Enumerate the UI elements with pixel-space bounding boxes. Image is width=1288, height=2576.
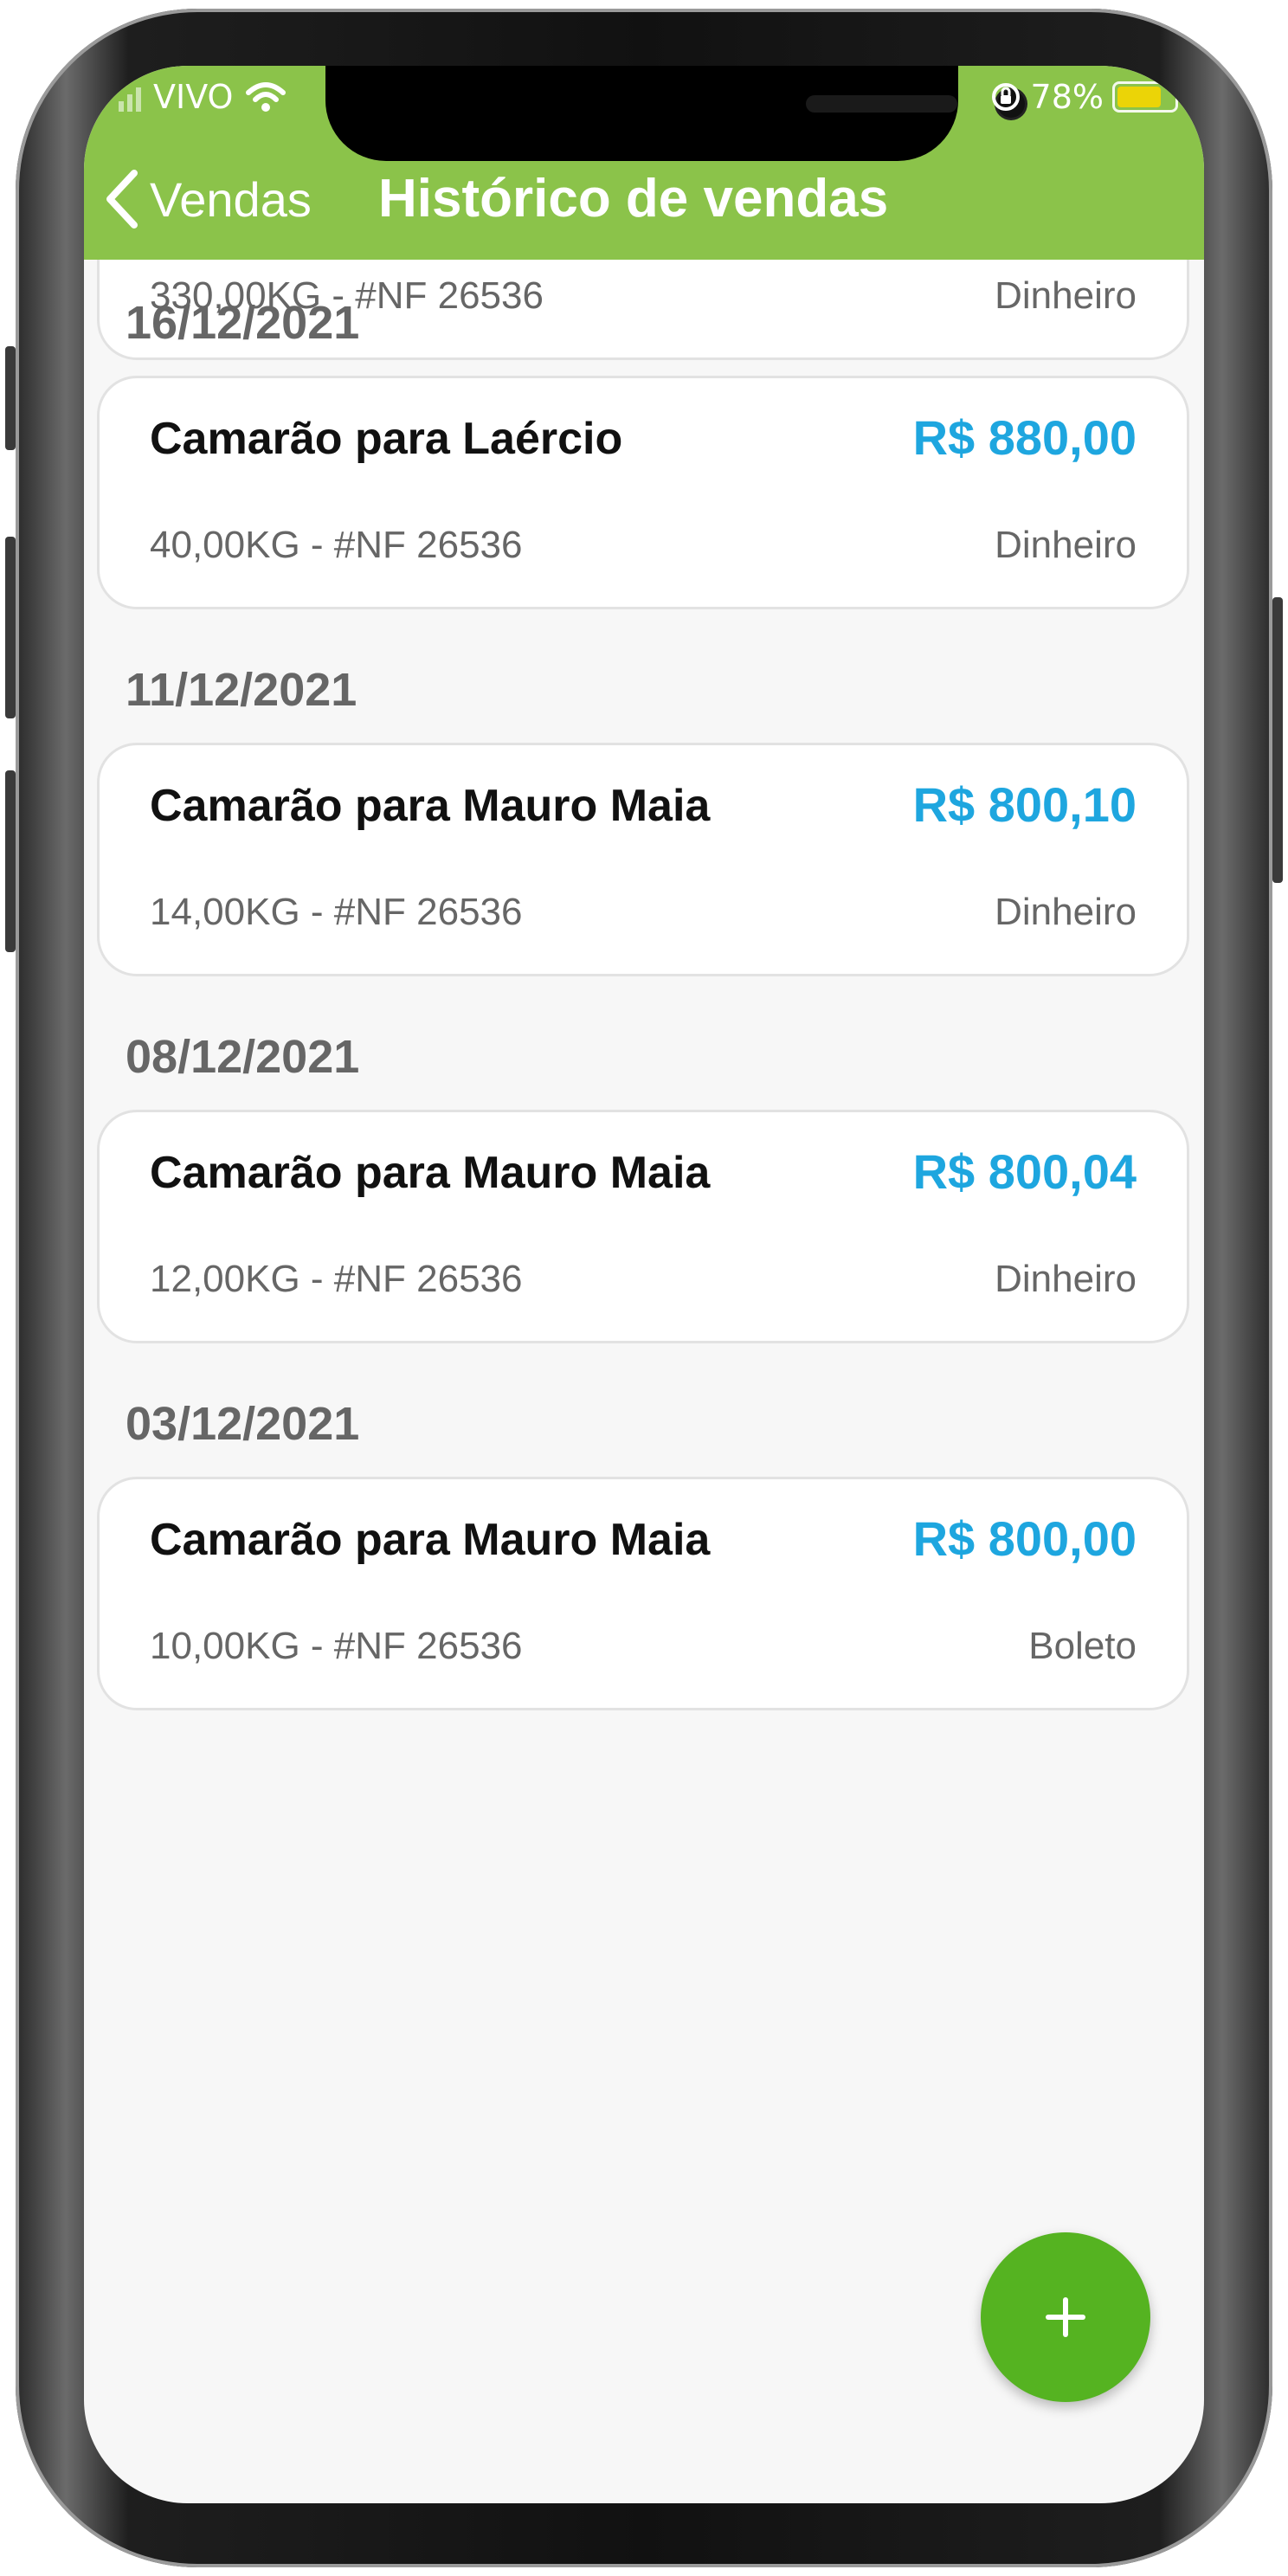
sale-meta: 12,00KG - #NF 26536 [150, 1258, 523, 1300]
back-button[interactable]: Vendas [101, 166, 312, 232]
phone-screen: VIVO 78% Vendas Histórico de vendas 330,… [84, 66, 1204, 2503]
sale-title: Camarão para Mauro Maia [150, 781, 711, 831]
sale-price: R$ 880,00 [912, 410, 1137, 465]
date-header: 16/12/2021 [126, 297, 360, 349]
sale-payment: Dinheiro [995, 1258, 1137, 1300]
sale-title: Camarão para Mauro Maia [150, 1148, 711, 1198]
battery-icon [1112, 81, 1178, 113]
app-header: VIVO 78% Vendas Histórico de vendas [84, 66, 1204, 260]
phone-power-button [1272, 597, 1283, 883]
sale-meta: 40,00KG - #NF 26536 [150, 524, 523, 566]
page-title: Histórico de vendas [378, 169, 889, 229]
sale-card[interactable]: Camarão para Mauro Maia R$ 800,00 10,00K… [97, 1477, 1189, 1710]
status-bar-right: 78% [989, 78, 1178, 116]
sale-payment: Dinheiro [995, 274, 1137, 317]
status-bar-left: VIVO [119, 78, 287, 116]
wifi-icon [246, 82, 287, 112]
sale-price: R$ 800,04 [912, 1144, 1137, 1199]
sale-card[interactable]: Camarão para Laércio R$ 880,00 40,00KG -… [97, 376, 1189, 609]
phone-volume-down-button [5, 770, 16, 952]
orientation-lock-icon [991, 83, 1020, 111]
sale-title: Camarão para Mauro Maia [150, 1515, 711, 1565]
notch [325, 66, 1025, 161]
sale-payment: Dinheiro [995, 891, 1137, 933]
date-header: 03/12/2021 [126, 1398, 360, 1450]
sale-price: R$ 800,00 [912, 1511, 1137, 1566]
sale-price: R$ 800,10 [912, 777, 1137, 832]
sale-meta: 14,00KG - #NF 26536 [150, 891, 523, 933]
sale-meta: 10,00KG - #NF 26536 [150, 1625, 523, 1667]
date-header: 11/12/2021 [126, 664, 357, 716]
sales-list[interactable]: 330,00KG - #NF 26536 Dinheiro 16/12/2021… [84, 260, 1204, 2503]
phone-side-button [5, 346, 16, 450]
speaker-grille [806, 95, 957, 113]
sale-card[interactable]: Camarão para Mauro Maia R$ 800,04 12,00K… [97, 1110, 1189, 1343]
sale-card[interactable]: Camarão para Mauro Maia R$ 800,10 14,00K… [97, 743, 1189, 976]
sale-title: Camarão para Laércio [150, 414, 623, 464]
chevron-left-icon [106, 170, 138, 229]
carrier-name: VIVO [153, 78, 234, 116]
signal-icon [119, 82, 141, 112]
phone-volume-up-button [5, 537, 16, 718]
nav-bar: Vendas Histórico de vendas [84, 161, 1204, 260]
add-sale-button[interactable] [981, 2232, 1150, 2402]
sale-payment: Dinheiro [995, 524, 1137, 566]
date-header: 08/12/2021 [126, 1031, 360, 1083]
sale-payment: Boleto [1028, 1625, 1137, 1667]
battery-percentage: 78% [1030, 78, 1104, 116]
back-label: Vendas [150, 171, 312, 227]
